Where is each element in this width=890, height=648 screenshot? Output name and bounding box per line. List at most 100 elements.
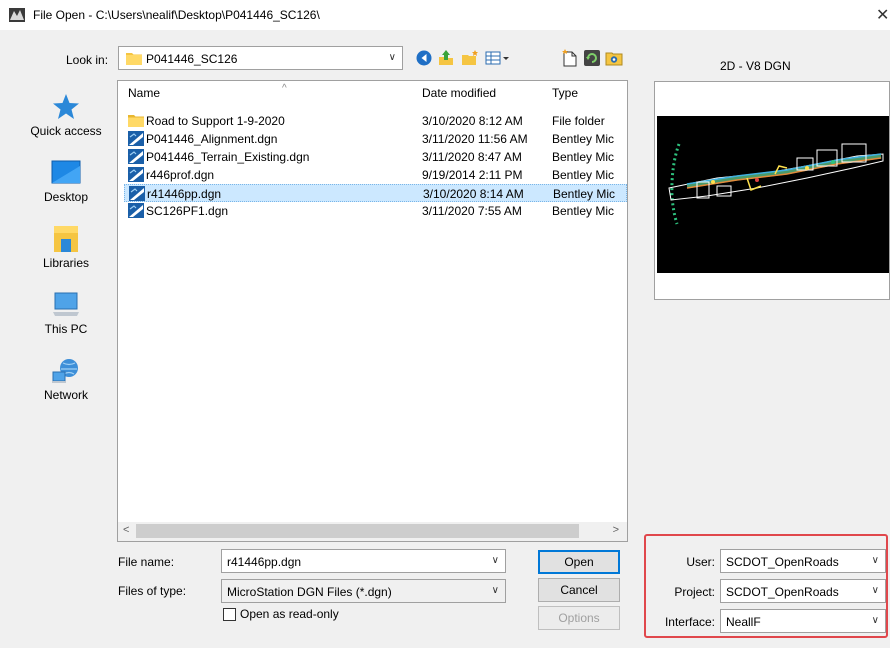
- file-name-label: File name:: [118, 555, 175, 569]
- look-in-value: P041446_SC126: [146, 52, 238, 66]
- file-name-input[interactable]: r41446pp.dgn ∨: [221, 549, 506, 573]
- file-row[interactable]: Road to Support 1-9-2020 3/10/2020 8:12 A…: [124, 112, 627, 130]
- folder-icon: [126, 53, 142, 65]
- favorite-button[interactable]: [604, 48, 624, 68]
- dgn-file-icon: [129, 186, 145, 201]
- places-bar: Quick access Desktop Libraries This PC N…: [22, 80, 110, 420]
- place-label: Desktop: [43, 190, 89, 204]
- file-type-dropdown[interactable]: MicroStation DGN Files (*.dgn) ∨: [221, 579, 506, 603]
- title-bar: File Open - C:\Users\nealif\Desktop\P041…: [0, 0, 890, 30]
- chevron-down-icon: ∨: [388, 52, 396, 63]
- up-folder-button[interactable]: [436, 48, 456, 68]
- file-row[interactable]: r41446pp.dgn 3/10/2020 8:14 AM Bentley Mic: [124, 184, 627, 202]
- new-folder-button[interactable]: [460, 48, 480, 68]
- dgn-file-icon: [128, 203, 144, 218]
- view-menu-button[interactable]: [483, 48, 513, 68]
- chevron-down-icon: ∨: [491, 585, 499, 596]
- file-type-cell: File folder: [552, 114, 605, 128]
- up-folder-icon: [439, 50, 453, 65]
- back-button[interactable]: [414, 48, 434, 68]
- microstation-app-icon: [9, 8, 25, 22]
- user-value: SCDOT_OpenRoads: [726, 555, 839, 569]
- window-title: File Open - C:\Users\nealif\Desktop\P041…: [33, 8, 320, 22]
- read-only-label[interactable]: Open as read-only: [240, 607, 339, 621]
- file-row[interactable]: r446prof.dgn 9/19/2014 2:11 PM Bentley Mic: [124, 166, 627, 184]
- options-button[interactable]: Options: [538, 606, 620, 630]
- libraries-icon: [54, 226, 78, 252]
- network-icon: [52, 359, 78, 383]
- project-value: SCDOT_OpenRoads: [726, 585, 839, 599]
- preview-panel: [654, 81, 890, 300]
- place-this-pc[interactable]: This PC: [22, 290, 110, 336]
- file-date-cell: 3/11/2020 7:55 AM: [422, 204, 522, 218]
- file-type-value: MicroStation DGN Files (*.dgn): [227, 585, 392, 599]
- column-header-name-label: Name: [128, 86, 161, 100]
- interface-dropdown[interactable]: NeallF ∨: [720, 609, 886, 633]
- file-date-cell: 9/19/2014 2:11 PM: [422, 168, 523, 182]
- dgn-preview-thumbnail: [657, 116, 889, 273]
- file-date-cell: 3/11/2020 8:47 AM: [422, 150, 522, 164]
- user-dropdown[interactable]: SCDOT_OpenRoads ∨: [720, 549, 886, 573]
- chevron-down-icon: ∨: [871, 555, 879, 566]
- place-network[interactable]: Network: [22, 356, 110, 402]
- place-label: Network: [43, 388, 88, 402]
- file-type-cell: Bentley Mic: [552, 132, 615, 146]
- open-button[interactable]: Open: [538, 550, 620, 574]
- refresh-button[interactable]: [582, 48, 602, 68]
- this-pc-icon: [53, 292, 79, 316]
- file-type-cell: Bentley Mic: [552, 168, 615, 182]
- interface-value: NeallF: [726, 615, 761, 629]
- file-list[interactable]: Name ^ Date modified Type Road to Suppor…: [117, 80, 628, 542]
- column-header-name[interactable]: Name ^: [128, 83, 287, 100]
- scroll-left-icon[interactable]: <: [123, 524, 129, 536]
- chevron-down-icon: ∨: [871, 585, 879, 596]
- drawing-preview-graphic: [668, 143, 884, 225]
- dgn-file-icon: [128, 131, 144, 146]
- folder-icon: [128, 113, 144, 128]
- file-name-value: r41446pp.dgn: [227, 555, 302, 569]
- place-desktop[interactable]: Desktop: [22, 158, 110, 204]
- preview-label: 2D - V8 DGN: [720, 59, 791, 73]
- place-quick-access[interactable]: Quick access: [22, 92, 110, 138]
- chevron-down-icon: ∨: [871, 615, 879, 626]
- file-row[interactable]: P041446_Terrain_Existing.dgn 3/11/2020 8:…: [124, 148, 627, 166]
- interface-label: Interface:: [664, 615, 715, 629]
- file-name-cell: r41446pp.dgn: [147, 187, 222, 201]
- scrollbar-thumb[interactable]: [136, 524, 579, 538]
- file-row[interactable]: P041446_Alignment.dgn 3/11/2020 11:56 AM B…: [124, 130, 627, 148]
- user-label: User:: [686, 555, 715, 569]
- place-label: Libraries: [42, 256, 90, 270]
- horizontal-scrollbar[interactable]: < >: [118, 522, 627, 541]
- file-name-cell: P041446_Alignment.dgn: [146, 132, 278, 146]
- file-name-cell: Road to Support 1-9-2020: [146, 114, 285, 128]
- favorite-icon: [605, 52, 623, 66]
- new-file-button[interactable]: [560, 48, 580, 68]
- read-only-checkbox[interactable]: [223, 608, 236, 621]
- cancel-button[interactable]: Cancel: [538, 578, 620, 602]
- file-date-cell: 3/10/2020 8:14 AM: [423, 187, 524, 201]
- column-header-type[interactable]: Type: [552, 86, 578, 100]
- project-label: Project:: [674, 585, 715, 599]
- look-in-dropdown[interactable]: P041446_SC126 ∨: [118, 46, 403, 70]
- place-label: Quick access: [30, 124, 102, 138]
- scroll-right-icon[interactable]: >: [613, 524, 619, 536]
- file-name-cell: SC126PF1.dgn: [146, 204, 229, 218]
- file-name-cell: P041446_Terrain_Existing.dgn: [146, 150, 310, 164]
- file-date-cell: 3/11/2020 11:56 AM: [422, 132, 528, 146]
- dgn-file-icon: [128, 149, 144, 164]
- view-menu-icon: [485, 51, 509, 65]
- dgn-file-icon: [128, 167, 144, 182]
- sort-ascending-icon: ^: [282, 83, 287, 94]
- refresh-icon: [584, 50, 600, 66]
- project-dropdown[interactable]: SCDOT_OpenRoads ∨: [720, 579, 886, 603]
- quick-access-icon: [53, 94, 79, 119]
- column-header-date[interactable]: Date modified: [422, 86, 496, 100]
- chevron-down-icon[interactable]: ∨: [492, 555, 499, 566]
- file-type-cell: Bentley Mic: [552, 150, 615, 164]
- file-row[interactable]: SC126PF1.dgn 3/11/2020 7:55 AM Bentley Mic: [124, 202, 627, 220]
- file-name-cell: r446prof.dgn: [146, 168, 215, 182]
- place-libraries[interactable]: Libraries: [22, 224, 110, 270]
- close-icon[interactable]: ✕: [876, 5, 890, 25]
- place-label: This PC: [44, 322, 88, 336]
- look-in-label: Look in:: [66, 53, 109, 67]
